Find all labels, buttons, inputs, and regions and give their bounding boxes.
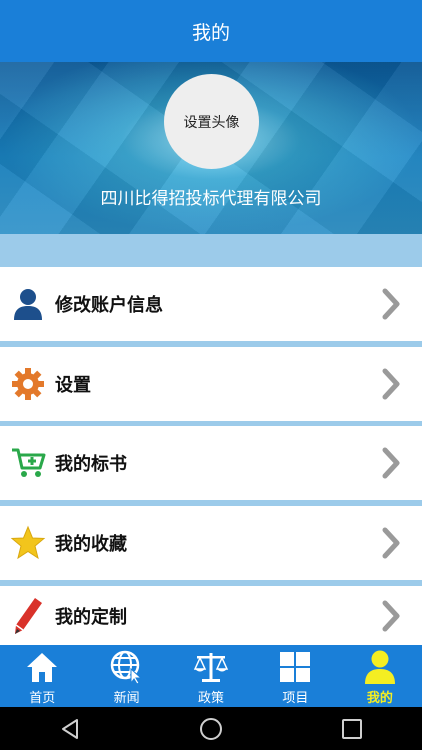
bottom-tab-bar: 首页 新闻 政策 项目 我的 [0,645,422,707]
user-icon [10,286,46,322]
menu-item-label: 设置 [55,375,91,396]
menu-item-label: 我的定制 [55,606,127,628]
globe-icon [109,649,145,685]
tab-mine[interactable]: 我的 [338,645,422,707]
company-name: 四川比得招投标代理有限公司 [100,189,322,209]
tab-label: 新闻 [113,691,140,706]
scales-icon [193,649,229,685]
tab-label: 项目 [282,691,309,706]
system-navigation-bar [0,707,422,750]
menu-item-my-favorites[interactable]: 我的收藏 [0,506,422,580]
user-icon [362,649,398,685]
tab-projects[interactable]: 项目 [253,645,337,707]
menu-item-label: 我的标书 [55,454,127,475]
avatar-label: 设置头像 [183,114,240,131]
page-title: 我的 [191,21,230,44]
home-icon [24,649,60,685]
chevron-right-icon [376,443,406,483]
home-circle-icon[interactable] [191,711,231,747]
menu-item-label: 我的收藏 [55,534,127,555]
section-spacer [0,234,422,266]
chevron-right-icon [376,284,406,324]
menu-item-label: 修改账户信息 [55,295,163,316]
chevron-right-icon [376,596,406,636]
tab-policy[interactable]: 政策 [169,645,253,707]
pencil-icon [10,597,46,634]
menu-item-edit-account[interactable]: 修改账户信息 [0,267,422,341]
recents-icon[interactable] [332,711,372,747]
star-icon [10,525,46,561]
menu-item-my-custom[interactable]: 我的定制 [0,586,422,645]
chevron-right-icon [376,523,406,563]
grid-icon [277,649,313,685]
tab-label: 我的 [366,691,393,706]
menu-item-settings[interactable]: 设置 [0,347,422,421]
profile-banner: 设置头像 四川比得招投标代理有限公司 [0,62,422,234]
tab-label: 政策 [198,691,225,706]
menu-item-my-bids[interactable]: 我的标书 [0,426,422,500]
tab-news[interactable]: 新闻 [84,645,168,707]
gear-icon [10,366,46,402]
avatar-button[interactable]: 设置头像 [164,74,259,169]
tab-home[interactable]: 首页 [0,645,84,707]
back-icon[interactable] [50,711,90,747]
cart-add-icon [10,445,46,481]
tab-label: 首页 [29,691,56,706]
title-bar: 我的 [0,0,422,62]
chevron-right-icon [376,364,406,404]
